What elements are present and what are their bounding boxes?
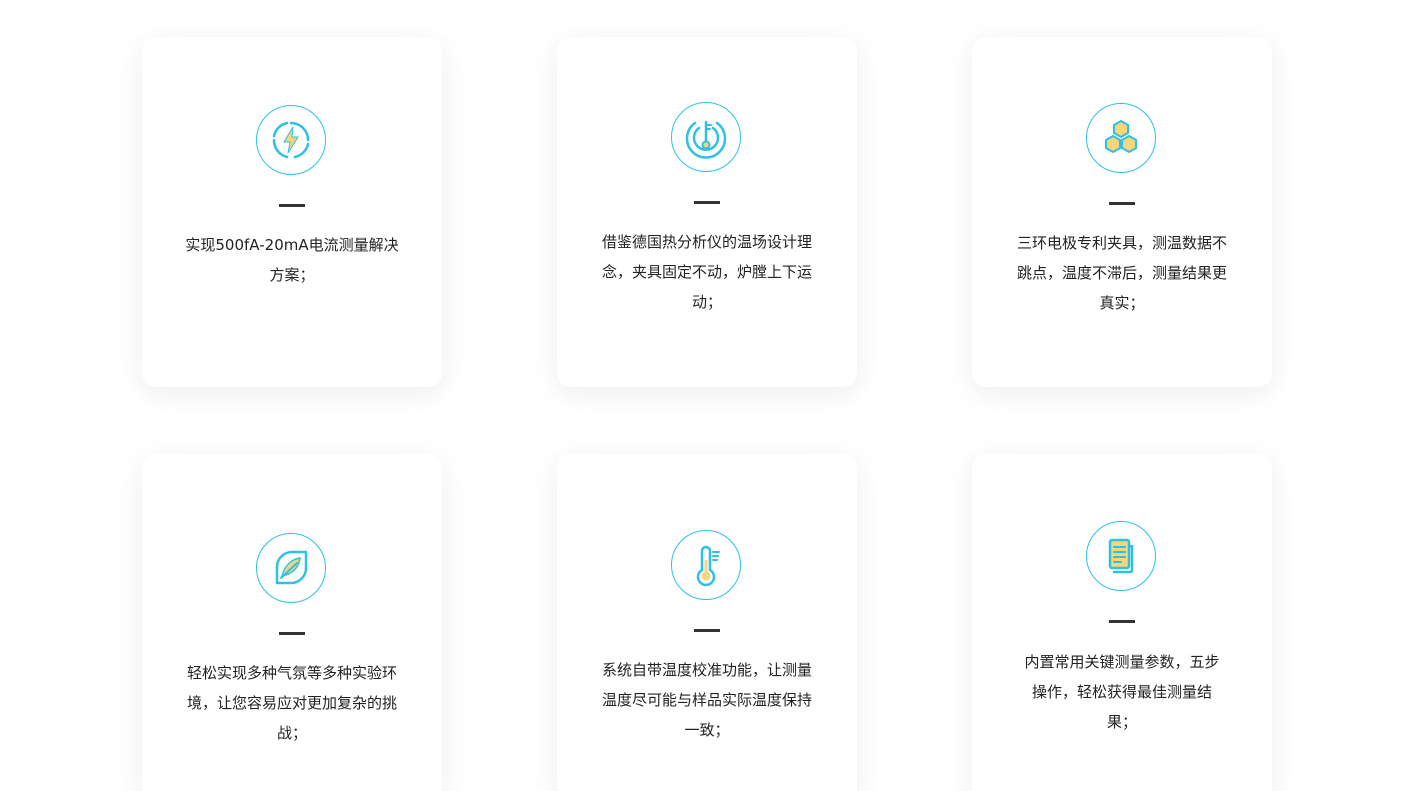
feature-card-temperature-calibration: 系统自带温度校准功能，让测量温度尽可能与样品实际温度保持一致； <box>557 454 857 791</box>
feature-description: 系统自带温度校准功能，让测量温度尽可能与样品实际温度保持一致； <box>601 661 812 739</box>
feature-description: 借鉴德国热分析仪的温场设计理念，夹具固定不动，炉膛上下运动； <box>601 233 812 311</box>
feature-card-atmosphere: 轻松实现多种气氛等多种实验环境，让您容易应对更加复杂的挑战； <box>142 454 442 791</box>
thermometer-icon <box>671 530 741 600</box>
feature-card-temperature-field: 借鉴德国热分析仪的温场设计理念，夹具固定不动，炉膛上下运动； <box>557 37 857 387</box>
feature-grid: 实现500fA-20mA电流测量解决方案； 借鉴德国热分析仪的温场设计理念，夹具… <box>0 0 1413 791</box>
divider-dash <box>694 201 720 204</box>
divider-dash <box>1109 202 1135 205</box>
feature-card-electrode-fixture: 三环电极专利夹具，测温数据不跳点，温度不滞后，测量结果更真实； <box>972 37 1272 387</box>
feature-description: 轻松实现多种气氛等多种实验环境，让您容易应对更加复杂的挑战； <box>186 664 397 742</box>
divider-dash <box>694 629 720 632</box>
feature-description: 实现500fA-20mA电流测量解决方案； <box>185 236 399 284</box>
lightning-icon <box>256 105 326 175</box>
document-icon <box>1086 521 1156 591</box>
feature-description: 三环电极专利夹具，测温数据不跳点，温度不滞后，测量结果更真实； <box>1016 234 1227 312</box>
feature-description: 内置常用关键测量参数，五步操作，轻松获得最佳测量结果； <box>1024 653 1220 731</box>
hexagons-icon <box>1086 103 1156 173</box>
feature-card-measurement-params: 内置常用关键测量参数，五步操作，轻松获得最佳测量结果； <box>972 454 1272 791</box>
leaf-icon <box>256 533 326 603</box>
divider-dash <box>1109 620 1135 623</box>
divider-dash <box>279 204 305 207</box>
key-icon <box>671 102 741 172</box>
divider-dash <box>279 632 305 635</box>
feature-card-current-measurement: 实现500fA-20mA电流测量解决方案； <box>142 37 442 387</box>
